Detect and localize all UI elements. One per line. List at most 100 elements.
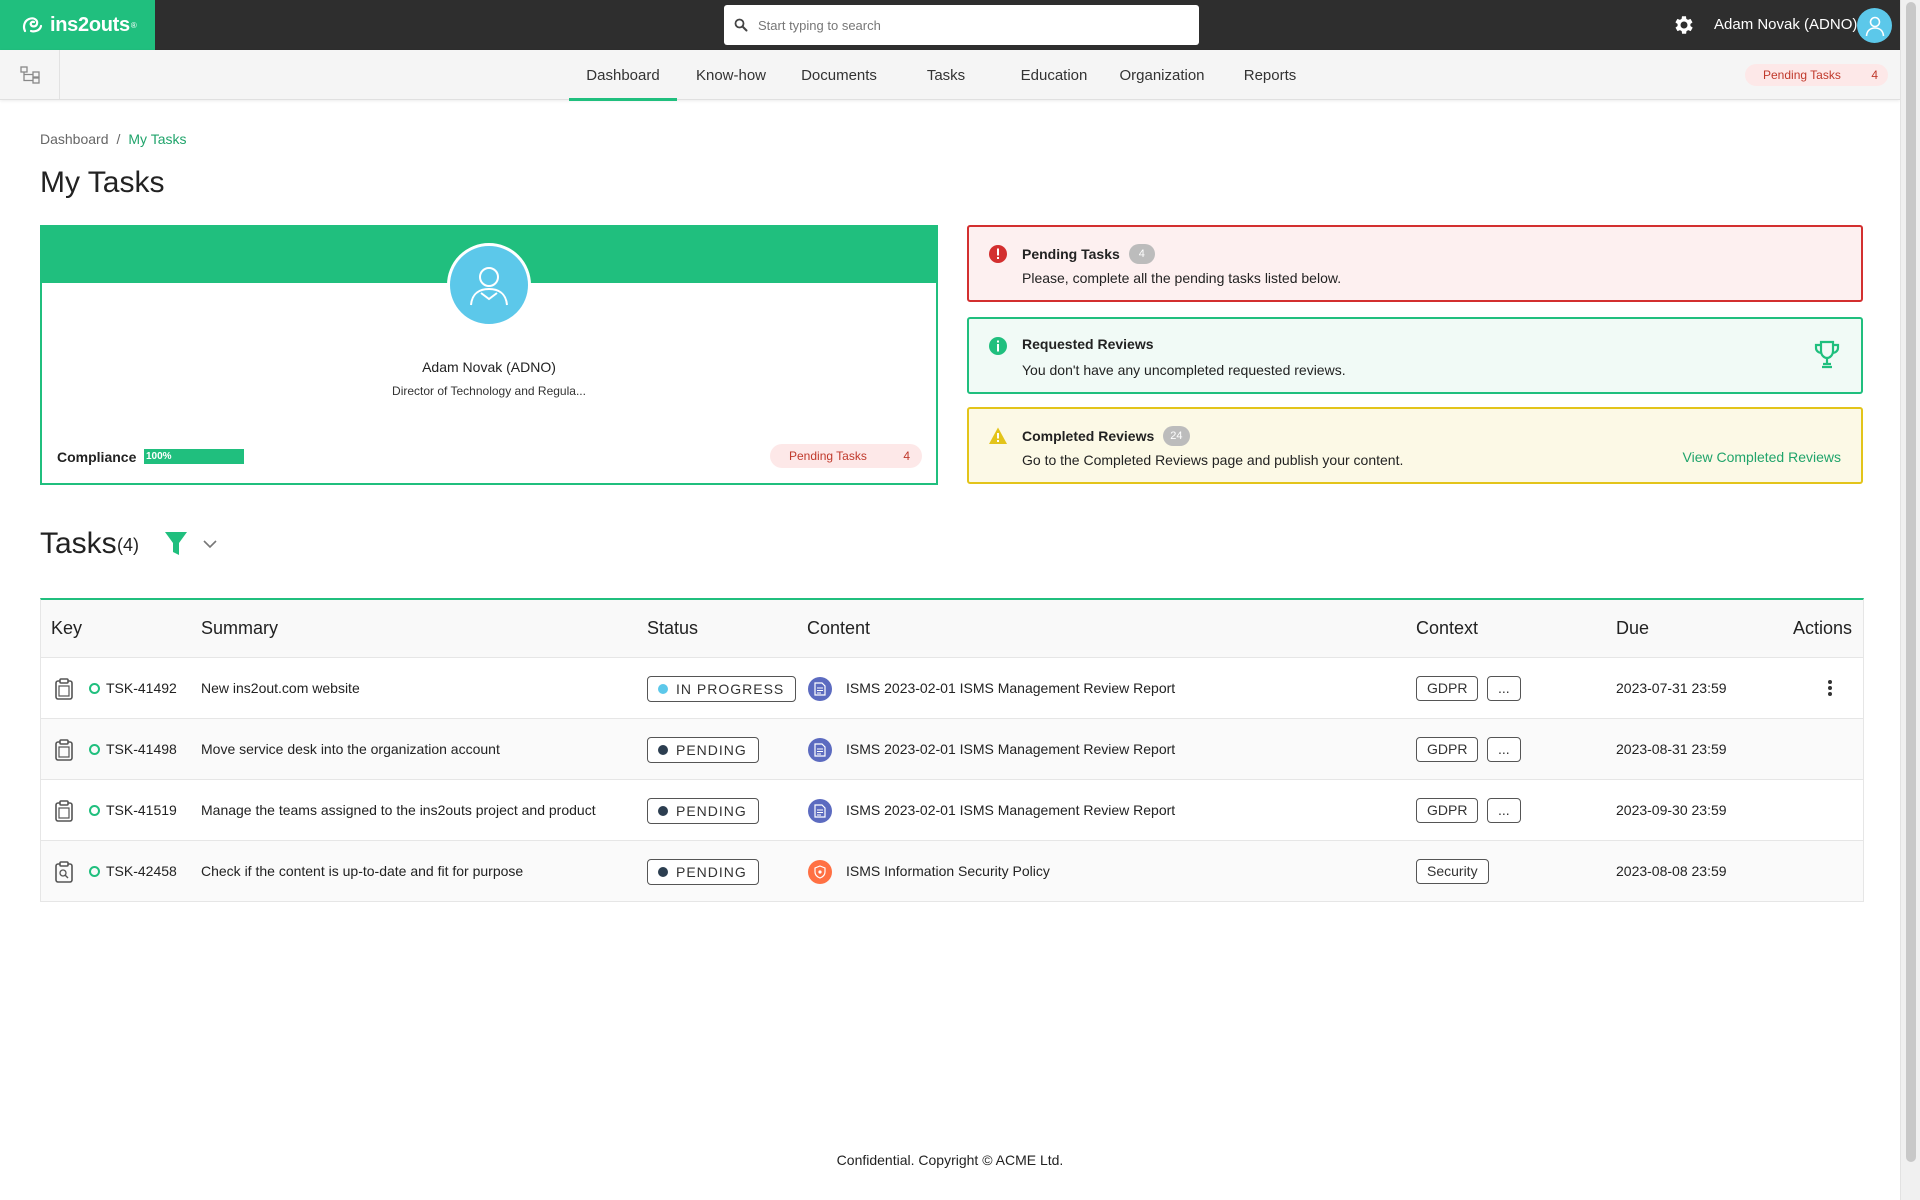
- task-key[interactable]: TSK-41519: [106, 780, 177, 840]
- task-key[interactable]: TSK-42458: [106, 841, 177, 901]
- requested-reviews-alert: Requested Reviews You don't have any unc…: [967, 317, 1863, 394]
- info-icon: [989, 337, 1007, 355]
- task-content-link[interactable]: ISMS Information Security Policy: [846, 841, 1050, 901]
- tab-documents[interactable]: Documents: [793, 50, 885, 100]
- table-row[interactable]: TSK-41519 Manage the teams assigned to t…: [41, 780, 1863, 841]
- pending-tasks-alert: Pending Tasks 4 Please, complete all the…: [967, 225, 1863, 302]
- breadcrumb: Dashboard / My Tasks: [40, 131, 186, 147]
- column-header-content[interactable]: Content: [807, 618, 870, 639]
- task-content-link[interactable]: ISMS 2023-02-01 ISMS Management Review R…: [846, 719, 1175, 779]
- tab-know-how[interactable]: Know-how: [685, 50, 777, 100]
- logo-text: ins2outs: [50, 13, 130, 36]
- column-header-summary[interactable]: Summary: [201, 618, 278, 639]
- user-avatar[interactable]: [1857, 8, 1892, 43]
- ins2outs-logo-icon: [22, 17, 43, 33]
- status-dot: [658, 867, 668, 877]
- profile-pending-tasks-badge[interactable]: Pending Tasks 4: [770, 444, 922, 468]
- column-header-status[interactable]: Status: [647, 618, 698, 639]
- task-state-icon: [89, 683, 100, 694]
- pending-tasks-label: Pending Tasks: [1763, 68, 1841, 82]
- tab-dashboard[interactable]: Dashboard: [569, 50, 677, 101]
- clipboard-icon: [55, 678, 73, 700]
- status-badge: PENDING: [647, 859, 759, 885]
- clipboard-icon: [55, 800, 73, 822]
- user-name[interactable]: Adam Novak (ADNO): [1714, 16, 1857, 33]
- task-summary[interactable]: Manage the teams assigned to the ins2out…: [201, 780, 596, 840]
- column-header-key[interactable]: Key: [51, 618, 82, 639]
- task-key[interactable]: TSK-41492: [106, 658, 177, 718]
- task-state-icon: [89, 744, 100, 755]
- breadcrumb-dashboard[interactable]: Dashboard: [40, 131, 109, 147]
- status-dot: [658, 806, 668, 816]
- alert-text: You don't have any uncompleted requested…: [1022, 362, 1346, 378]
- shield-badge-icon: [808, 860, 832, 884]
- pending-tasks-badge[interactable]: Pending Tasks 4: [1745, 64, 1888, 86]
- scrollbar-thumb[interactable]: [1906, 2, 1916, 1162]
- task-content-link[interactable]: ISMS 2023-02-01 ISMS Management Review R…: [846, 658, 1175, 718]
- breadcrumb-separator: /: [116, 131, 121, 147]
- context-more-button[interactable]: ...: [1487, 676, 1521, 701]
- status-label: PENDING: [676, 742, 747, 758]
- document-icon: [808, 738, 832, 762]
- breadcrumb-current[interactable]: My Tasks: [128, 131, 186, 147]
- task-summary[interactable]: New ins2out.com website: [201, 658, 360, 718]
- kebab-menu-icon[interactable]: [1825, 677, 1835, 699]
- status-badge: IN PROGRESS: [647, 676, 797, 702]
- chevron-down-icon[interactable]: [202, 536, 218, 552]
- alert-text: Go to the Completed Reviews page and pub…: [1022, 452, 1404, 468]
- tab-organization[interactable]: Organization: [1116, 50, 1208, 100]
- table-row[interactable]: TSK-41492 New ins2out.com website IN PRO…: [41, 658, 1863, 719]
- trophy-icon: [1814, 340, 1840, 369]
- error-icon: [989, 245, 1007, 263]
- alert-title-text: Requested Reviews: [1022, 336, 1154, 352]
- task-summary[interactable]: Check if the content is up-to-date and f…: [201, 841, 523, 901]
- clipboard-search-icon: [55, 861, 73, 883]
- task-state-icon: [89, 805, 100, 816]
- search-input[interactable]: [758, 17, 1178, 33]
- task-content-link[interactable]: ISMS 2023-02-01 ISMS Management Review R…: [846, 780, 1175, 840]
- context-tag[interactable]: GDPR: [1416, 676, 1479, 701]
- alert-title: Completed Reviews 24: [1022, 426, 1190, 446]
- table-header: Key Summary Status Content Context Due A…: [41, 600, 1863, 658]
- search-box[interactable]: [724, 5, 1199, 45]
- filter-icon[interactable]: [164, 530, 188, 558]
- task-state-icon: [89, 866, 100, 877]
- status-dot: [658, 684, 668, 694]
- alert-count-badge: 24: [1163, 426, 1190, 446]
- context-tag[interactable]: GDPR: [1416, 737, 1479, 762]
- column-header-context[interactable]: Context: [1416, 618, 1478, 639]
- table-row[interactable]: TSK-41498 Move service desk into the org…: [41, 719, 1863, 780]
- clipboard-icon: [55, 739, 73, 761]
- status-label: PENDING: [676, 864, 747, 880]
- tree-view-button[interactable]: [0, 50, 60, 99]
- task-summary[interactable]: Move service desk into the organization …: [201, 719, 500, 779]
- main-nav: Dashboard Know-how Documents Tasks Educa…: [0, 50, 1900, 101]
- tab-education[interactable]: Education: [1008, 50, 1100, 100]
- user-icon: [470, 267, 508, 306]
- column-header-due[interactable]: Due: [1616, 618, 1649, 639]
- footer-copyright: Confidential. Copyright © ACME Ltd.: [836, 1152, 1064, 1168]
- tab-tasks[interactable]: Tasks: [900, 50, 992, 100]
- table-row[interactable]: TSK-42458 Check if the content is up-to-…: [41, 841, 1863, 902]
- context-more-button[interactable]: ...: [1487, 737, 1521, 762]
- app-logo[interactable]: ins2outs ®: [0, 0, 155, 50]
- compliance-fill: 100%: [144, 449, 244, 464]
- task-due: 2023-07-31 23:59: [1616, 680, 1727, 696]
- column-header-actions: Actions: [1793, 618, 1853, 638]
- task-due: 2023-08-08 23:59: [1616, 863, 1727, 879]
- task-due: 2023-08-31 23:59: [1616, 741, 1727, 757]
- tasks-heading: Tasks: [40, 527, 117, 560]
- gear-icon[interactable]: [1672, 13, 1696, 37]
- top-bar: ins2outs® Adam Novak (ADNO): [0, 0, 1900, 50]
- page-scrollbar[interactable]: [1900, 0, 1920, 1200]
- context-tag[interactable]: GDPR: [1416, 798, 1479, 823]
- status-label: PENDING: [676, 803, 747, 819]
- alert-text: Please, complete all the pending tasks l…: [1022, 270, 1342, 286]
- task-key[interactable]: TSK-41498: [106, 719, 177, 779]
- view-completed-reviews-link[interactable]: View Completed Reviews: [1683, 449, 1841, 465]
- alert-count-badge: 4: [1128, 244, 1155, 264]
- context-tag[interactable]: Security: [1416, 859, 1489, 884]
- tab-reports[interactable]: Reports: [1224, 50, 1316, 100]
- tasks-count: (4): [117, 535, 139, 555]
- context-more-button[interactable]: ...: [1487, 798, 1521, 823]
